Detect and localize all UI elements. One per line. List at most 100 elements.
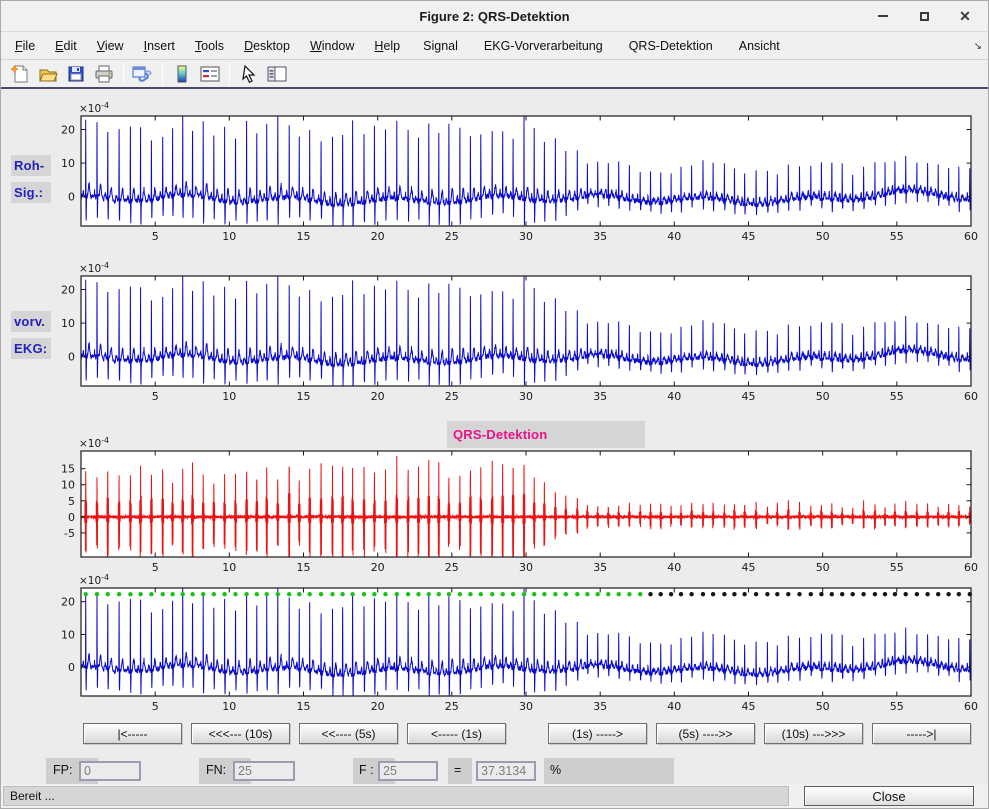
- svg-text:15: 15: [297, 390, 311, 403]
- menu-item-qrs-detektion[interactable]: QRS-Detektion: [616, 35, 726, 57]
- menu-item-file[interactable]: File: [5, 35, 45, 57]
- maximize-button[interactable]: [917, 9, 931, 23]
- svg-text:15: 15: [61, 463, 75, 476]
- svg-text:40: 40: [667, 561, 681, 574]
- svg-text:60: 60: [964, 561, 978, 574]
- svg-text:10: 10: [222, 700, 236, 713]
- svg-text:20: 20: [61, 124, 75, 137]
- svg-text:35: 35: [593, 390, 607, 403]
- svg-text:10: 10: [61, 157, 75, 170]
- svg-text:0: 0: [68, 351, 75, 364]
- svg-text:55: 55: [890, 390, 904, 403]
- toolbar-separator: [162, 63, 163, 85]
- menu-item-desktop[interactable]: Desktop: [234, 35, 300, 57]
- title-bar: Figure 2: QRS-Detektion ✕: [1, 1, 988, 31]
- plot-tools-icon[interactable]: [265, 62, 289, 86]
- menu-item-view[interactable]: View: [87, 35, 134, 57]
- svg-text:0: 0: [68, 191, 75, 204]
- close-button[interactable]: Close: [804, 786, 974, 806]
- open-file-icon[interactable]: [36, 62, 60, 86]
- svg-text:40: 40: [667, 390, 681, 403]
- svg-text:×10-4: ×10-4: [79, 574, 109, 587]
- svg-text:40: 40: [667, 700, 681, 713]
- svg-text:20: 20: [61, 596, 75, 609]
- svg-text:5: 5: [152, 561, 159, 574]
- svg-text:50: 50: [816, 390, 830, 403]
- navigation-buttons-row: |<----- <<<--- (10s) <<---- (5s) <----- (1s…: [1, 723, 989, 745]
- menu-item-window[interactable]: Window: [300, 35, 364, 57]
- menu-item-edit[interactable]: Edit: [45, 35, 87, 57]
- fp-label: FP:: [53, 763, 72, 777]
- minimize-button[interactable]: [876, 9, 890, 23]
- window-title: Figure 2: QRS-Detektion: [1, 9, 988, 24]
- svg-text:-5: -5: [64, 527, 75, 540]
- svg-text:40: 40: [667, 230, 681, 243]
- svg-text:45: 45: [742, 700, 756, 713]
- menu-item-insert[interactable]: Insert: [134, 35, 185, 57]
- colorbar-icon[interactable]: [170, 62, 194, 86]
- minimize-icon: [878, 15, 888, 17]
- svg-text:20: 20: [61, 284, 75, 297]
- svg-text:30: 30: [519, 700, 533, 713]
- close-window-button[interactable]: ✕: [958, 9, 972, 23]
- fp-input[interactable]: [79, 761, 141, 781]
- print-icon[interactable]: [92, 62, 116, 86]
- link-plot-icon[interactable]: [131, 62, 155, 86]
- status-bar: Bereit ... Close: [1, 784, 988, 808]
- percent-label-bg: [544, 758, 674, 786]
- fn-input[interactable]: [233, 761, 295, 781]
- nav-button-6[interactable]: (10s) --->>>: [764, 723, 863, 744]
- nav-button-0[interactable]: |<-----: [83, 723, 182, 744]
- nav-button-4[interactable]: (1s) ----->: [548, 723, 647, 744]
- new-document-icon[interactable]: [8, 62, 32, 86]
- close-icon: ✕: [959, 9, 971, 23]
- svg-text:35: 35: [593, 230, 607, 243]
- svg-text:45: 45: [742, 561, 756, 574]
- nav-button-2[interactable]: <<---- (5s): [299, 723, 398, 744]
- menu-item-help[interactable]: Help: [364, 35, 410, 57]
- toolbar-separator: [229, 63, 230, 85]
- svg-text:5: 5: [152, 390, 159, 403]
- f-input[interactable]: [378, 761, 438, 781]
- equals-label: =: [454, 763, 461, 777]
- svg-text:×10-4: ×10-4: [79, 437, 109, 450]
- figure-window: Figure 2: QRS-Detektion ✕ FileEditViewIn…: [0, 0, 989, 809]
- nav-button-3[interactable]: <----- (1s): [407, 723, 506, 744]
- svg-text:10: 10: [61, 317, 75, 330]
- svg-text:25: 25: [445, 700, 459, 713]
- svg-text:50: 50: [816, 700, 830, 713]
- menu-bar: FileEditViewInsertToolsDesktopWindowHelp…: [1, 31, 988, 60]
- nav-button-7[interactable]: ----->|: [872, 723, 971, 744]
- figure-canvas: Roh- Sig.: vorv. EKG: QRS-Detektion |<--…: [1, 89, 988, 784]
- plot-vorverarbeitetes-ekg: 5101520253035404550556001020×10-4: [41, 262, 986, 406]
- svg-text:10: 10: [222, 230, 236, 243]
- svg-text:10: 10: [61, 629, 75, 642]
- plot-qrs-detektion-marks: 5101520253035404550556001020×10-4: [41, 574, 986, 716]
- edit-plot-pointer-icon[interactable]: [237, 62, 261, 86]
- menu-overflow-icon[interactable]: ↘: [974, 41, 982, 52]
- svg-text:60: 60: [964, 230, 978, 243]
- svg-text:35: 35: [593, 700, 607, 713]
- toolbar: [1, 60, 988, 89]
- menu-item-ekg-vorverarbeitung[interactable]: EKG-Vorverarbeitung: [471, 35, 616, 57]
- svg-text:15: 15: [297, 700, 311, 713]
- status-message: Bereit ...: [3, 786, 789, 806]
- svg-text:×10-4: ×10-4: [79, 102, 109, 115]
- menu-item-ansicht[interactable]: Ansicht: [726, 35, 793, 57]
- maximize-icon: [920, 12, 929, 21]
- svg-text:30: 30: [519, 230, 533, 243]
- result-input[interactable]: [476, 761, 536, 781]
- svg-text:15: 15: [297, 561, 311, 574]
- menu-item-signal[interactable]: Signal: [410, 35, 471, 57]
- svg-text:0: 0: [68, 511, 75, 524]
- menu-item-tools[interactable]: Tools: [185, 35, 234, 57]
- svg-text:25: 25: [445, 561, 459, 574]
- svg-text:30: 30: [519, 561, 533, 574]
- save-icon[interactable]: [64, 62, 88, 86]
- nav-button-5[interactable]: (5s) ---->>: [656, 723, 755, 744]
- svg-text:25: 25: [445, 390, 459, 403]
- nav-button-1[interactable]: <<<--- (10s): [191, 723, 290, 744]
- insert-legend-icon[interactable]: [198, 62, 222, 86]
- svg-text:×10-4: ×10-4: [79, 262, 109, 275]
- svg-text:20: 20: [371, 700, 385, 713]
